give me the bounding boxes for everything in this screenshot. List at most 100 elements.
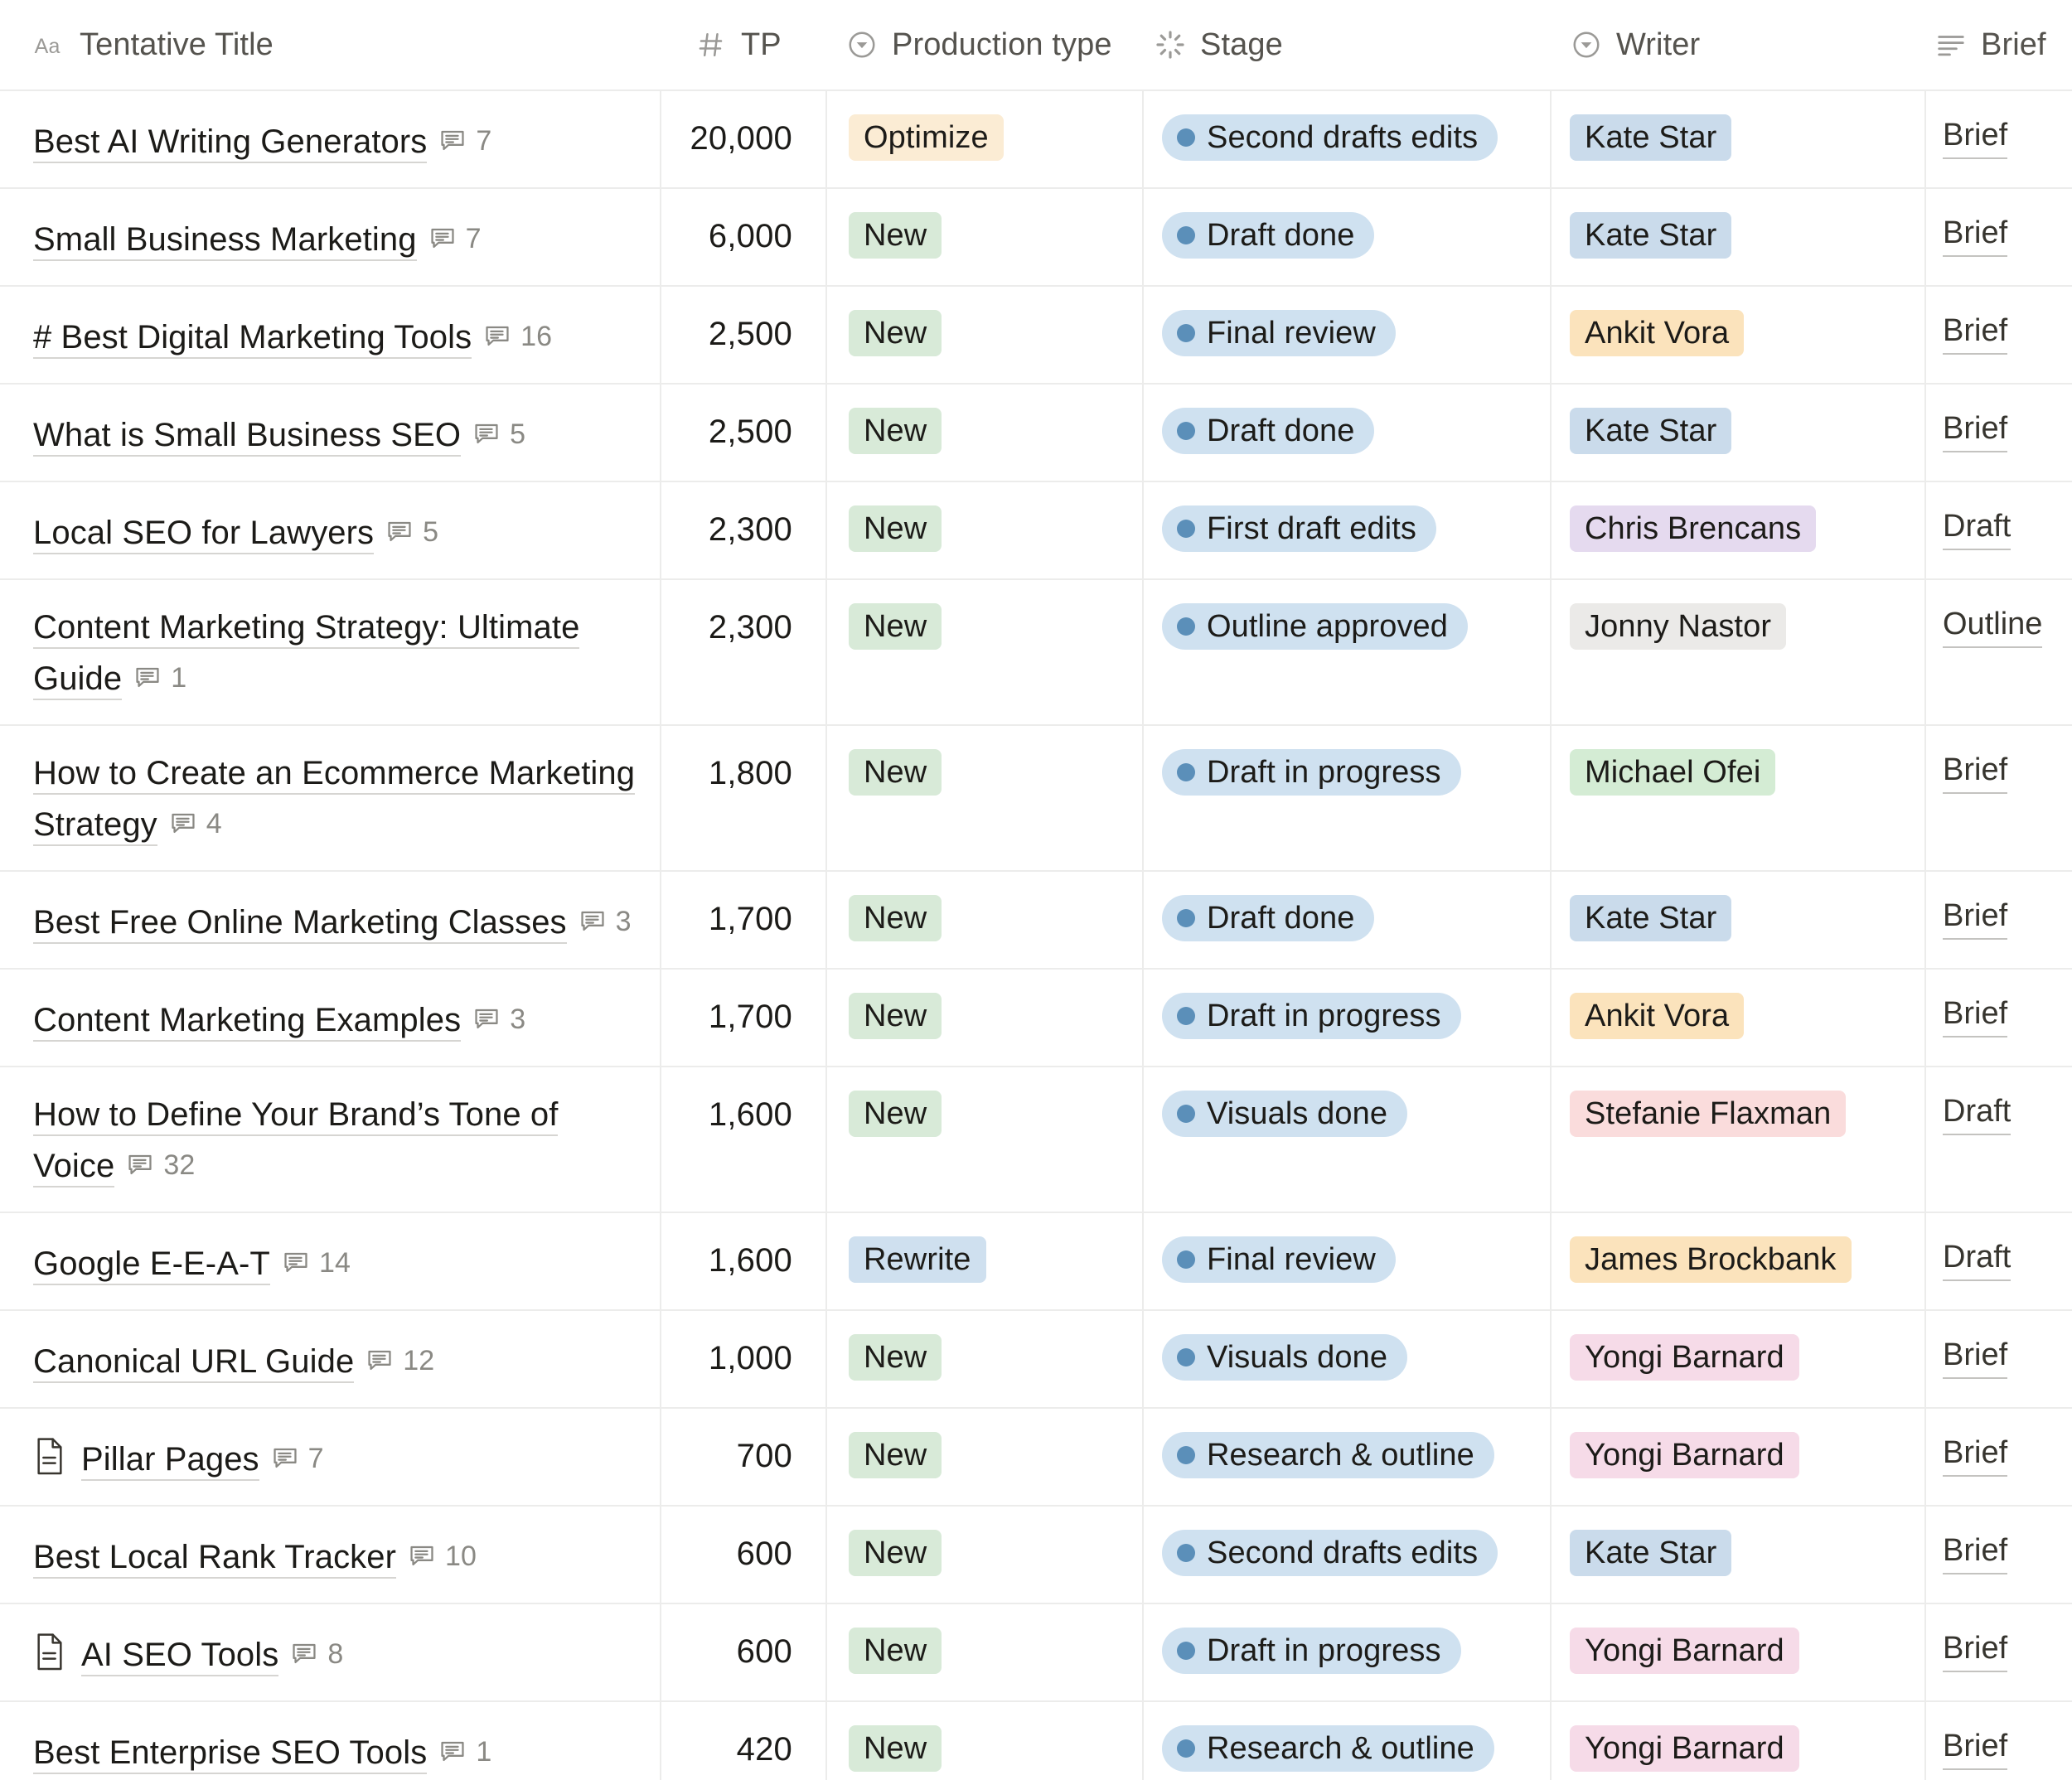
table-row[interactable]: How to Create an Ecommerce Marketing Str… <box>0 726 2072 872</box>
cell-title[interactable]: Best AI Writing Generators7 <box>0 91 661 187</box>
comment-count[interactable]: 14 <box>282 1239 351 1287</box>
cell-writer[interactable]: Yongi Barnard <box>1552 1409 1926 1505</box>
title-text[interactable]: Content Marketing Strategy: Ultimate Gui… <box>33 609 579 700</box>
cell-stage[interactable]: Draft done <box>1144 189 1552 285</box>
cell-title[interactable]: Content Marketing Strategy: Ultimate Gui… <box>0 580 661 724</box>
writer-tag[interactable]: Chris Brencans <box>1570 505 1816 552</box>
cell-brief[interactable]: Brief <box>1926 872 2072 968</box>
comment-count[interactable]: 10 <box>408 1532 477 1580</box>
brief-link[interactable]: Draft <box>1943 1091 2011 1135</box>
writer-tag[interactable]: Ankit Vora <box>1570 310 1744 356</box>
table-row[interactable]: Content Marketing Examples31,700NewDraft… <box>0 970 2072 1067</box>
cell-production-type[interactable]: New <box>827 872 1144 968</box>
title-text[interactable]: Small Business Marketing <box>33 221 417 261</box>
cell-title[interactable]: Pillar Pages7 <box>0 1409 661 1505</box>
title-text[interactable]: Local SEO for Lawyers <box>33 515 374 554</box>
cell-production-type[interactable]: New <box>827 1702 1144 1780</box>
cell-production-type[interactable]: New <box>827 1507 1144 1603</box>
production-type-tag[interactable]: New <box>849 212 942 259</box>
production-type-tag[interactable]: New <box>849 1530 942 1576</box>
cell-title[interactable]: Local SEO for Lawyers5 <box>0 482 661 578</box>
stage-tag[interactable]: Draft in progress <box>1162 749 1461 796</box>
comment-count[interactable]: 7 <box>428 215 482 263</box>
cell-tp[interactable]: 700 <box>661 1409 827 1505</box>
cell-writer[interactable]: Yongi Barnard <box>1552 1702 1926 1780</box>
cell-writer[interactable]: James Brockbank <box>1552 1213 1926 1309</box>
cell-writer[interactable]: Kate Star <box>1552 91 1926 187</box>
brief-link[interactable]: Brief <box>1943 212 2007 257</box>
cell-stage[interactable]: Draft in progress <box>1144 726 1552 870</box>
stage-tag[interactable]: First draft edits <box>1162 505 1436 552</box>
writer-tag[interactable]: Yongi Barnard <box>1570 1628 1799 1674</box>
cell-tp[interactable]: 1,600 <box>661 1213 827 1309</box>
cell-tp[interactable]: 2,500 <box>661 385 827 481</box>
cell-production-type[interactable]: New <box>827 1067 1144 1212</box>
comment-count[interactable]: 1 <box>438 1728 491 1776</box>
cell-brief[interactable]: Brief <box>1926 970 2072 1066</box>
title-text[interactable]: How to Define Your Brand’s Tone of Voice <box>33 1096 558 1187</box>
cell-stage[interactable]: Draft in progress <box>1144 970 1552 1066</box>
production-type-tag[interactable]: Optimize <box>849 114 1004 161</box>
column-header-title[interactable]: Aa Tentative Title <box>0 0 661 89</box>
stage-tag[interactable]: Visuals done <box>1162 1091 1407 1137</box>
cell-tp[interactable]: 1,700 <box>661 970 827 1066</box>
cell-title[interactable]: Canonical URL Guide12 <box>0 1311 661 1407</box>
cell-brief[interactable]: Brief <box>1926 287 2072 383</box>
cell-writer[interactable]: Ankit Vora <box>1552 287 1926 383</box>
stage-tag[interactable]: Outline approved <box>1162 603 1468 650</box>
cell-brief[interactable]: Draft <box>1926 1067 2072 1212</box>
title-text[interactable]: Best Free Online Marketing Classes <box>33 904 567 944</box>
writer-tag[interactable]: Jonny Nastor <box>1570 603 1786 650</box>
cell-stage[interactable]: Draft in progress <box>1144 1604 1552 1700</box>
cell-production-type[interactable]: New <box>827 580 1144 724</box>
cell-title[interactable]: # Best Digital Marketing Tools16 <box>0 287 661 383</box>
stage-tag[interactable]: Second drafts edits <box>1162 114 1498 161</box>
cell-title[interactable]: How to Define Your Brand’s Tone of Voice… <box>0 1067 661 1212</box>
brief-link[interactable]: Brief <box>1943 1725 2007 1770</box>
cell-writer[interactable]: Kate Star <box>1552 385 1926 481</box>
stage-tag[interactable]: Second drafts edits <box>1162 1530 1498 1576</box>
cell-production-type[interactable]: New <box>827 1409 1144 1505</box>
writer-tag[interactable]: Yongi Barnard <box>1570 1725 1799 1772</box>
comment-count[interactable]: 32 <box>126 1141 195 1189</box>
title-text[interactable]: AI SEO Tools <box>81 1637 278 1676</box>
production-type-tag[interactable]: New <box>849 1334 942 1381</box>
cell-tp[interactable]: 1,700 <box>661 872 827 968</box>
writer-tag[interactable]: Ankit Vora <box>1570 993 1744 1039</box>
writer-tag[interactable]: Kate Star <box>1570 114 1731 161</box>
cell-tp[interactable]: 6,000 <box>661 189 827 285</box>
table-row[interactable]: AI SEO Tools8600NewDraft in progressYong… <box>0 1604 2072 1702</box>
writer-tag[interactable]: Kate Star <box>1570 408 1731 454</box>
brief-link[interactable]: Brief <box>1943 1628 2007 1672</box>
cell-stage[interactable]: Outline approved <box>1144 580 1552 724</box>
comment-count[interactable]: 3 <box>472 995 525 1043</box>
cell-tp[interactable]: 1,000 <box>661 1311 827 1407</box>
cell-tp[interactable]: 1,600 <box>661 1067 827 1212</box>
table-row[interactable]: Best Local Rank Tracker10600NewSecond dr… <box>0 1507 2072 1604</box>
title-text[interactable]: Content Marketing Examples <box>33 1002 461 1042</box>
table-row[interactable]: Google E-E-A-T141,600RewriteFinal review… <box>0 1213 2072 1311</box>
column-header-tp[interactable]: TP <box>661 0 827 89</box>
cell-brief[interactable]: Draft <box>1926 1213 2072 1309</box>
title-text[interactable]: How to Create an Ecommerce Marketing Str… <box>33 755 635 846</box>
stage-tag[interactable]: Draft done <box>1162 408 1374 454</box>
title-text[interactable]: Pillar Pages <box>81 1441 259 1481</box>
cell-title[interactable]: Small Business Marketing 7 <box>0 189 661 285</box>
title-text[interactable]: Best Local Rank Tracker <box>33 1539 396 1579</box>
cell-tp[interactable]: 420 <box>661 1702 827 1780</box>
cell-stage[interactable]: Research & outline <box>1144 1702 1552 1780</box>
title-text[interactable]: Canonical URL Guide <box>33 1343 354 1383</box>
cell-brief[interactable]: Draft <box>1926 482 2072 578</box>
cell-tp[interactable]: 2,300 <box>661 580 827 724</box>
cell-brief[interactable]: Brief <box>1926 1409 2072 1505</box>
writer-tag[interactable]: Stefanie Flaxman <box>1570 1091 1846 1137</box>
brief-link[interactable]: Brief <box>1943 114 2007 159</box>
cell-brief[interactable]: Brief <box>1926 1702 2072 1780</box>
writer-tag[interactable]: Yongi Barnard <box>1570 1334 1799 1381</box>
stage-tag[interactable]: Visuals done <box>1162 1334 1407 1381</box>
cell-stage[interactable]: Visuals done <box>1144 1067 1552 1212</box>
writer-tag[interactable]: Kate Star <box>1570 1530 1731 1576</box>
cell-stage[interactable]: Draft done <box>1144 872 1552 968</box>
cell-production-type[interactable]: New <box>827 482 1144 578</box>
cell-brief[interactable]: Brief <box>1926 726 2072 870</box>
